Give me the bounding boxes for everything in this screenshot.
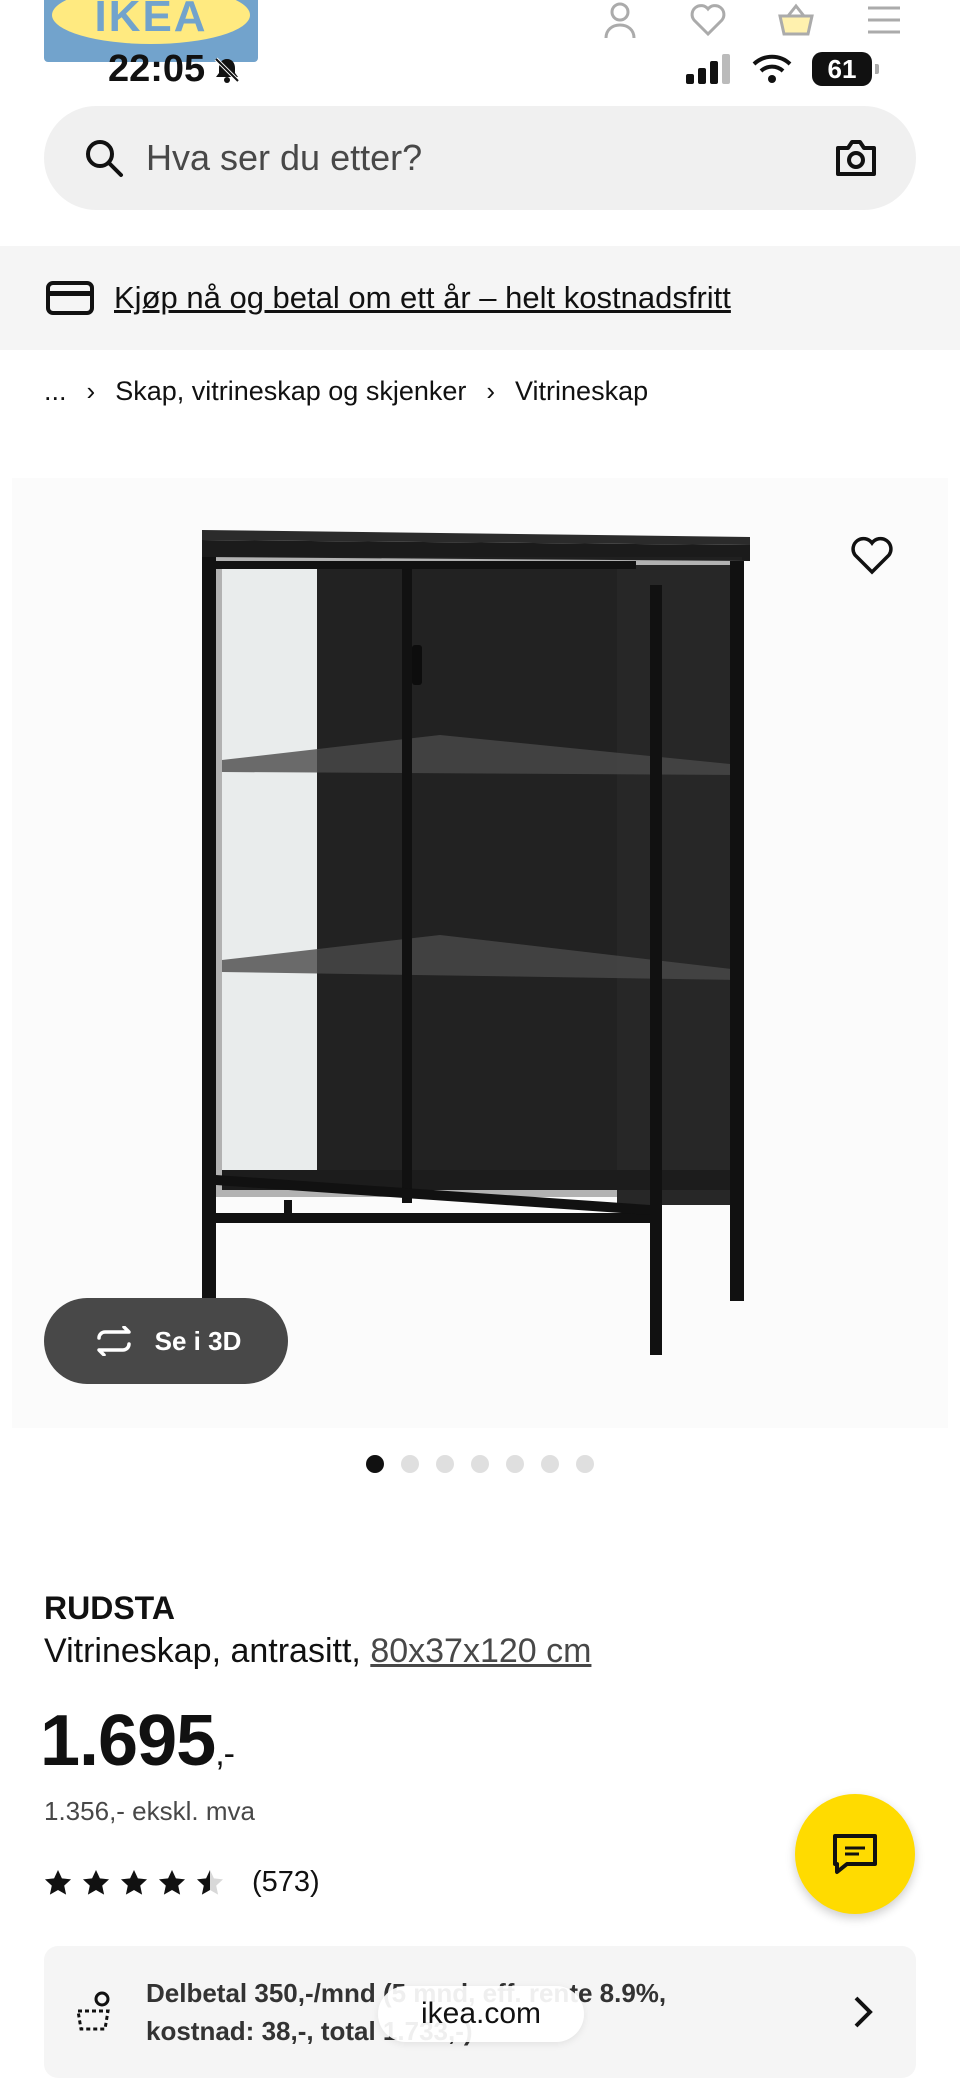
product-name: RUDSTA bbox=[44, 1590, 175, 1626]
star-icon bbox=[197, 1869, 223, 1895]
battery-indicator: 61 bbox=[812, 52, 879, 86]
chevron-right-icon bbox=[854, 1996, 873, 2028]
rating-stars bbox=[44, 1869, 224, 1897]
basket-icon[interactable] bbox=[776, 0, 816, 40]
chat-button[interactable] bbox=[795, 1794, 915, 1914]
signal-icon bbox=[686, 54, 730, 84]
status-time: 22:05 bbox=[108, 48, 241, 91]
search-bar[interactable] bbox=[44, 106, 916, 210]
gallery-dot[interactable] bbox=[576, 1455, 594, 1473]
breadcrumb: ... › Skap, vitrineskap og skjenker › Vi… bbox=[44, 376, 648, 407]
gallery-dot[interactable] bbox=[401, 1455, 419, 1473]
gallery-dot[interactable] bbox=[471, 1455, 489, 1473]
gallery-dot[interactable] bbox=[506, 1455, 524, 1473]
breadcrumb-item-current[interactable]: Vitrineskap bbox=[515, 376, 648, 407]
product-description: Vitrineskap, antrasitt, 80x37x120 cm bbox=[44, 1632, 591, 1671]
gallery-dot[interactable] bbox=[541, 1455, 559, 1473]
promo-banner[interactable]: Kjøp nå og betal om ett år – helt kostna… bbox=[0, 246, 960, 350]
search-input[interactable] bbox=[144, 136, 834, 180]
product-image[interactable] bbox=[190, 525, 770, 1365]
rotate-3d-icon bbox=[96, 1326, 131, 1356]
gallery-dot[interactable] bbox=[366, 1455, 384, 1473]
profile-icon[interactable] bbox=[600, 0, 640, 40]
clock: 22:05 bbox=[108, 48, 206, 90]
gallery-pagination[interactable] bbox=[366, 1455, 594, 1473]
camera-icon[interactable] bbox=[834, 136, 878, 180]
view-3d-label: Se i 3D bbox=[154, 1325, 242, 1356]
chat-icon bbox=[833, 1834, 877, 1874]
product-type: Vitrineskap, antrasitt, bbox=[44, 1632, 361, 1670]
chevron-right-icon: › bbox=[486, 376, 496, 406]
price-value: 1.695 bbox=[40, 1701, 216, 1781]
breadcrumb-item-category[interactable]: Skap, vitrineskap og skjenker bbox=[115, 376, 466, 407]
promo-link[interactable]: Kjøp nå og betal om ett år – helt kostna… bbox=[114, 280, 731, 316]
rating[interactable]: (573) bbox=[44, 1866, 320, 1899]
star-icon bbox=[159, 1869, 185, 1895]
browser-url-pill[interactable]: ikea.com bbox=[378, 1986, 584, 2042]
favourites-icon[interactable] bbox=[688, 0, 728, 40]
price-suffix: ,- bbox=[215, 1735, 235, 1773]
bell-muted-icon bbox=[214, 57, 240, 83]
wifi-icon bbox=[752, 54, 792, 83]
product-size-link[interactable]: 80x37x120 cm bbox=[370, 1632, 591, 1670]
card-icon bbox=[46, 281, 94, 315]
chevron-right-icon: › bbox=[86, 376, 96, 406]
status-indicators: 61 bbox=[686, 52, 879, 86]
favourite-heart-icon[interactable] bbox=[850, 536, 894, 576]
view-3d-button[interactable]: Se i 3D bbox=[44, 1298, 288, 1384]
gallery-dot[interactable] bbox=[436, 1455, 454, 1473]
breadcrumb-ellipsis[interactable]: ... bbox=[44, 376, 67, 407]
installment-icon bbox=[76, 1991, 110, 2031]
product-price: 1.695,- bbox=[40, 1700, 235, 1782]
price-ex-vat: 1.356,- ekskl. mva bbox=[44, 1796, 255, 1826]
star-icon bbox=[83, 1869, 109, 1895]
header-icons bbox=[600, 0, 904, 40]
review-count[interactable]: (573) bbox=[252, 1866, 320, 1899]
menu-icon[interactable] bbox=[864, 0, 904, 40]
search-icon bbox=[86, 140, 123, 177]
logo-text: IKEA bbox=[94, 0, 208, 41]
star-icon bbox=[121, 1869, 147, 1895]
star-icon bbox=[45, 1869, 71, 1895]
